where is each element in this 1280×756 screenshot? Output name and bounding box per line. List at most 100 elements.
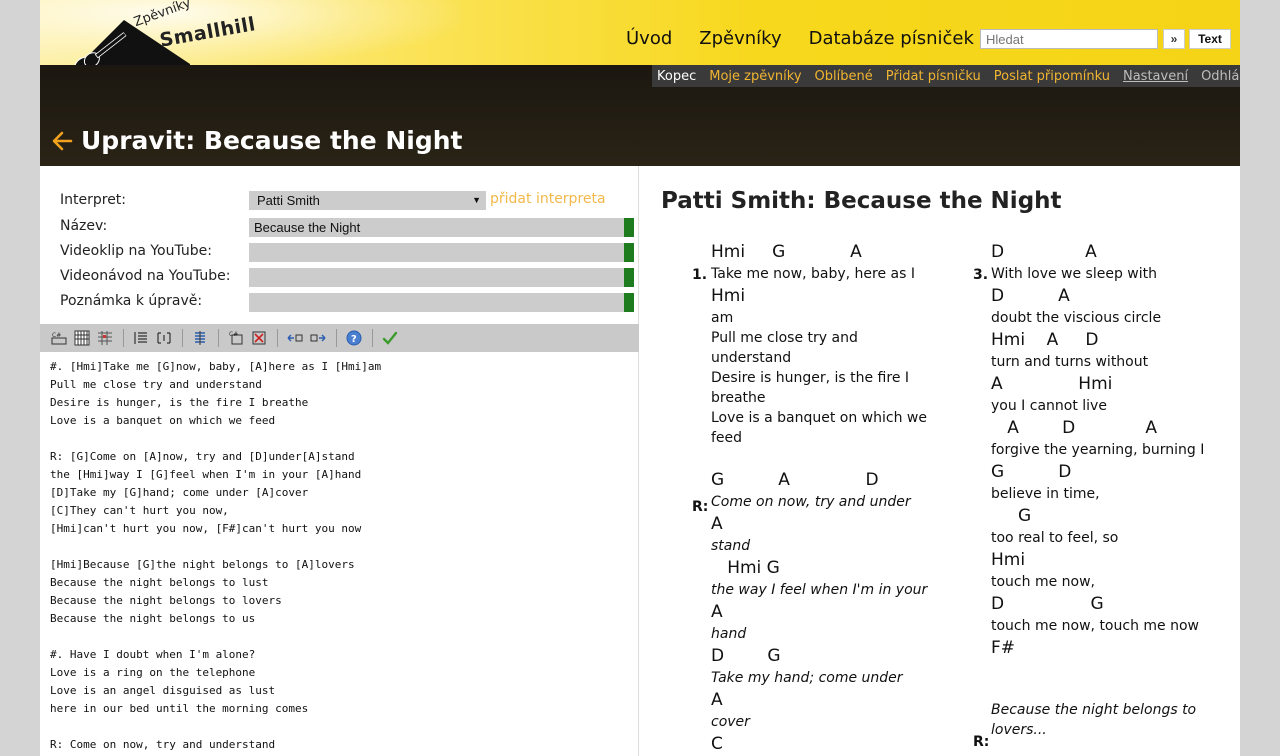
artist-select[interactable]: Patti Smith ▼	[249, 191, 486, 210]
tutorial-label: Videonávod na YouTube:	[60, 268, 231, 284]
note-label: Poznámka k úpravě:	[60, 293, 203, 309]
page-title: Upravit: Because the Night	[81, 126, 463, 155]
lyric-line: breathe	[711, 390, 766, 406]
editor-toolbar: C# C# ?	[40, 324, 639, 352]
preview-panel: Patti Smith: Because the Night 1. R: Hmi…	[640, 166, 1240, 756]
chord-line: A Hmi	[991, 374, 1113, 394]
user-nav-send-note[interactable]: Poslat připomínku	[994, 69, 1110, 84]
chord-line: A	[711, 690, 723, 710]
user-name: Kopec	[657, 68, 697, 84]
video-label: Videoklip na YouTube:	[60, 243, 212, 259]
chord-line: C	[711, 734, 723, 754]
video-input[interactable]	[249, 243, 624, 262]
preview-column-1: Hmi G A Take me now, baby, here as I Hmi am…	[711, 240, 951, 756]
user-nav-favorites[interactable]: Oblíbené	[815, 69, 873, 84]
lyric-line: believe in time,	[991, 486, 1100, 502]
lyric-line: Pull me close try and	[711, 330, 858, 346]
svg-text:C#: C#	[229, 331, 238, 338]
chord-line: A	[711, 602, 723, 622]
add-artist-link[interactable]: přidat interpreta	[490, 191, 606, 207]
title-label: Název:	[60, 218, 108, 234]
user-nav-settings[interactable]: Nastavení	[1123, 69, 1188, 84]
title-valid-indicator	[624, 218, 634, 237]
chord-line: A D A	[991, 418, 1158, 438]
chorus-marker-2: R:	[973, 734, 990, 750]
user-nav-add-song[interactable]: Přidat písničku	[886, 69, 981, 84]
svg-text:?: ?	[351, 334, 357, 345]
nav-databaze[interactable]: Databáze písniček	[809, 28, 974, 49]
verse-number-1: 1.	[692, 267, 708, 283]
lyric-line: you I cannot live	[991, 398, 1107, 414]
tutorial-valid-indicator	[624, 268, 634, 287]
title-input[interactable]	[249, 218, 624, 237]
note-valid-indicator	[624, 293, 634, 312]
lyric-line: lovers...	[991, 722, 1047, 738]
chord-line: A	[711, 514, 723, 534]
insert-tool-icon[interactable]: C#	[227, 329, 245, 347]
lyric-line: understand	[711, 350, 792, 366]
transpose-up-icon[interactable]	[309, 329, 327, 347]
table-tool-icon[interactable]	[73, 329, 91, 347]
chord-line: Hmi G A	[711, 242, 862, 262]
song-heading: Patti Smith: Because the Night	[661, 188, 1062, 214]
chord-line: D A	[991, 286, 1070, 306]
nav-zpevniky[interactable]: Zpěvníky	[699, 28, 781, 49]
chord-line: Hmi A D	[991, 330, 1099, 350]
grid-tool-icon[interactable]	[96, 329, 114, 347]
search-go-button[interactable]: »	[1163, 29, 1185, 49]
user-nav-my-songbooks[interactable]: Moje zpěvníky	[709, 69, 801, 84]
dropdown-arrow-icon: ▼	[472, 195, 481, 205]
user-nav: Kopec Moje zpěvníky Oblíbené Přidat písn…	[652, 65, 1240, 87]
columns-tool-icon[interactable]	[155, 329, 173, 347]
format-tool-icon[interactable]	[191, 329, 209, 347]
gap-line	[991, 680, 1231, 700]
gap-line	[711, 448, 951, 468]
gap-line	[991, 660, 1231, 680]
chord-line: D G	[991, 594, 1104, 614]
save-check-icon[interactable]	[381, 329, 399, 347]
lines-tool-icon[interactable]	[132, 329, 150, 347]
song-text-editor[interactable]: #. [Hmi]Take me [G]now, baby, [A]here as…	[50, 358, 635, 756]
page: Zpěvníky Smallhill Úvod Zpěvníky Databáz…	[40, 0, 1240, 756]
lyric-line: Take my hand; come under	[711, 670, 903, 686]
lyric-line: With love we sleep with	[991, 266, 1158, 282]
help-icon[interactable]: ?	[345, 329, 363, 347]
chord-line: G D	[991, 462, 1072, 482]
search-text-button[interactable]: Text	[1189, 29, 1231, 49]
chord-line: F#	[991, 638, 1016, 658]
chorus-marker-1: R:	[692, 499, 709, 515]
artist-label: Interpret:	[60, 192, 127, 208]
back-arrow-icon[interactable]	[51, 130, 73, 152]
site-header: Zpěvníky Smallhill Úvod Zpěvníky Databáz…	[40, 0, 1240, 82]
lyric-line: forgive the yearning, burning I	[991, 442, 1205, 458]
lyric-line: feed	[711, 430, 743, 446]
lyric-line: Take me now, baby, here as I	[711, 266, 915, 282]
verse-number-3: 3.	[973, 267, 989, 283]
main-nav: Úvod Zpěvníky Databáze písniček	[626, 28, 974, 49]
chord-tool-icon[interactable]: C#	[50, 329, 68, 347]
tutorial-input[interactable]	[249, 268, 624, 287]
chord-line: D G	[711, 646, 781, 666]
note-input[interactable]	[249, 293, 624, 312]
user-nav-logout[interactable]: Odhlásit	[1201, 69, 1240, 84]
lyric-line: Love is a banquet on which we	[711, 410, 927, 426]
transpose-down-icon[interactable]	[286, 329, 304, 347]
chord-line: G A D	[711, 470, 879, 490]
nav-uvod[interactable]: Úvod	[626, 28, 672, 49]
lyric-line: Because the night belongs to	[991, 702, 1197, 718]
lyric-line: the way I feel when I'm in your	[711, 582, 928, 598]
lyric-line: touch me now,	[991, 574, 1095, 590]
search-input[interactable]	[980, 29, 1158, 49]
lyric-line: cover	[711, 714, 750, 730]
lyric-line: Desire is hunger, is the fire I	[711, 370, 910, 386]
chord-line: Hmi	[711, 286, 746, 306]
preview-column-2: D A With love we sleep with D A doubt the v…	[991, 240, 1231, 740]
svg-text:C#: C#	[52, 332, 61, 339]
lyric-line: hand	[711, 626, 747, 642]
chord-line: Hmi	[991, 550, 1026, 570]
delete-tool-icon[interactable]	[250, 329, 268, 347]
video-valid-indicator	[624, 243, 634, 262]
chord-line: D A	[991, 242, 1097, 262]
lyric-line: touch me now, touch me now	[991, 618, 1199, 634]
lyric-line: am	[711, 310, 734, 326]
